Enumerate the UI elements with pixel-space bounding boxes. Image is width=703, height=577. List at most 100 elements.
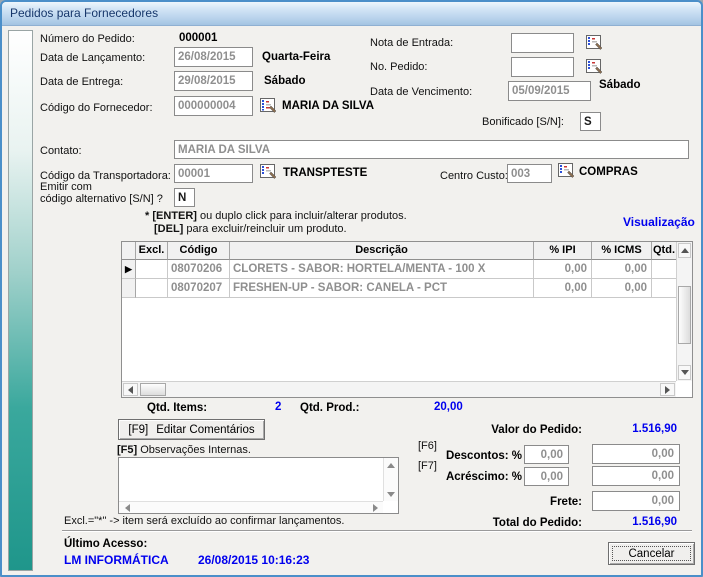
transportadora-lookup-icon[interactable]: [259, 163, 278, 180]
transportadora-name: TRANSPTESTE: [283, 167, 367, 179]
row-selector-cell: [122, 279, 136, 298]
descontos-value-input[interactable]: [592, 444, 680, 464]
hint-enter-key: [ENTER]: [152, 210, 197, 222]
cancelar-button[interactable]: Cancelar: [608, 542, 695, 565]
cell-descricao: FRESHEN-UP - SABOR: CANELA - PCT: [230, 279, 534, 298]
qtd-prod-label: Qtd. Prod.:: [300, 402, 359, 414]
frete-input[interactable]: [592, 491, 680, 511]
bonificado-label: Bonificado [S/N]:: [482, 116, 564, 128]
cell-icms: 0,00: [592, 260, 652, 279]
nota-entrada-input[interactable]: [511, 33, 574, 53]
centro-custo-input[interactable]: [507, 164, 552, 183]
cell-qtd: [652, 279, 677, 298]
emitir-alternativo-label-line2: código alternativo [S/N] ?: [40, 193, 163, 205]
scroll-left-arrow-icon[interactable]: [123, 383, 138, 396]
grid-header-ipi: % IPI: [534, 242, 592, 260]
current-row-marker-icon: ▶: [122, 260, 136, 279]
memo-scroll-left-icon[interactable]: [121, 503, 133, 513]
descontos-label: Descontos: %: [422, 450, 522, 462]
no-pedido-label: No. Pedido:: [370, 61, 427, 73]
data-entrega-input[interactable]: [174, 71, 253, 91]
bonificado-input[interactable]: [580, 112, 601, 131]
grid-row-2[interactable]: 08070207 FRESHEN-UP - SABOR: CANELA - PC…: [122, 279, 677, 298]
cell-qtd: [652, 260, 677, 279]
decorative-side-strip: [8, 30, 33, 571]
observacoes-internas-textarea[interactable]: [120, 459, 382, 499]
cell-ipi: 0,00: [534, 260, 592, 279]
hint-enter-rest: ou duplo click para incluir/alterar prod…: [197, 210, 407, 222]
titlebar[interactable]: Pedidos para Fornecedores: [2, 2, 701, 26]
grid-header-row: Excl. Código Descrição % IPI % ICMS Qtd.: [122, 242, 677, 260]
hint-del-key: [DEL]: [154, 223, 183, 235]
memo-scroll-up-icon[interactable]: [385, 460, 397, 470]
grid-vertical-scrollbar[interactable]: [676, 242, 692, 381]
no-pedido-input[interactable]: [511, 57, 574, 77]
qtd-items-label: Qtd. Items:: [147, 402, 207, 414]
cell-excl: [136, 260, 168, 279]
contato-label: Contato:: [40, 145, 82, 157]
cell-descricao: CLORETS - SABOR: HORTELA/MENTA - 100 X: [230, 260, 534, 279]
data-vencimento-input[interactable]: [508, 81, 591, 101]
memo-scroll-down-icon[interactable]: [385, 489, 397, 499]
fornecedor-label: Código do Fornecedor:: [40, 102, 153, 114]
horizontal-scroll-thumb[interactable]: [140, 383, 166, 396]
scroll-right-arrow-icon[interactable]: [660, 383, 675, 396]
hint-enter-star: *: [145, 210, 149, 222]
emitir-alternativo-input[interactable]: [174, 188, 195, 207]
data-entrega-label: Data de Entrega:: [40, 76, 123, 88]
visualizacao-link[interactable]: Visualização: [623, 215, 695, 229]
f5-key-label: [F5]: [117, 444, 137, 456]
grid-header-excl: Excl.: [136, 242, 168, 260]
data-vencimento-weekday: Sábado: [599, 79, 641, 91]
cell-icms: 0,00: [592, 279, 652, 298]
grid-row-1[interactable]: ▶ 08070206 CLORETS - SABOR: HORTELA/MENT…: [122, 260, 677, 279]
numero-pedido-label: Número do Pedido:: [40, 33, 135, 45]
vertical-scroll-thumb[interactable]: [678, 286, 691, 344]
cell-codigo: 08070206: [168, 260, 230, 279]
memo-horizontal-scrollbar[interactable]: [119, 501, 383, 513]
grid-horizontal-scrollbar[interactable]: [122, 381, 676, 397]
products-grid: Excl. Código Descrição % IPI % ICMS Qtd.…: [121, 241, 693, 398]
acrescimo-percent-input[interactable]: [524, 467, 569, 486]
qtd-items-value: 2: [275, 401, 281, 413]
data-lancamento-input[interactable]: [174, 47, 253, 67]
scroll-up-arrow-icon[interactable]: [678, 243, 691, 258]
transportadora-input[interactable]: [174, 164, 253, 183]
cancelar-button-label: Cancelar: [628, 548, 674, 560]
memo-vertical-scrollbar[interactable]: [383, 458, 398, 501]
centro-custo-lookup-icon[interactable]: [557, 162, 576, 179]
ultimo-acesso-user: LM INFORMÁTICA: [64, 553, 169, 567]
cell-codigo: 08070207: [168, 279, 230, 298]
qtd-prod-value: 20,00: [434, 401, 463, 413]
acrescimo-value-input[interactable]: [592, 466, 680, 486]
grid-header-qtd: Qtd.: [652, 242, 677, 260]
fornecedor-input[interactable]: [174, 96, 253, 116]
descontos-percent-input[interactable]: [524, 445, 569, 464]
cell-excl: [136, 279, 168, 298]
data-vencimento-label: Data de Vencimento:: [370, 86, 472, 98]
total-pedido-label: Total do Pedido:: [442, 517, 582, 529]
cell-ipi: 0,00: [534, 279, 592, 298]
grid-header-selector: [122, 242, 136, 260]
f9-key-label: [F9]: [128, 424, 148, 436]
centro-custo-label: Centro Custo:: [440, 170, 508, 182]
observacoes-label: [F5] Observações Internas.: [117, 444, 251, 456]
ultimo-acesso-datetime: 26/08/2015 10:16:23: [198, 553, 309, 567]
scroll-down-arrow-icon[interactable]: [678, 365, 691, 380]
fornecedor-name: MARIA DA SILVA: [282, 100, 374, 112]
editar-comentarios-label: Editar Comentários: [156, 424, 254, 436]
emitir-alternativo-label-line1: Emitir com: [40, 181, 92, 193]
fornecedor-lookup-icon[interactable]: [259, 97, 278, 114]
ultimo-acesso-label: Último Acesso:: [64, 538, 147, 550]
excl-note: Excl.="*" -> item será excluído ao confi…: [64, 515, 344, 527]
nota-entrada-label: Nota de Entrada:: [370, 37, 453, 49]
editar-comentarios-button[interactable]: [F9] Editar Comentários: [118, 419, 265, 440]
window-title: Pedidos para Fornecedores: [10, 6, 158, 20]
contato-input[interactable]: [174, 140, 689, 159]
grid-header-codigo: Código: [168, 242, 230, 260]
memo-scroll-right-icon[interactable]: [369, 503, 381, 513]
acrescimo-label: Acréscimo: %: [422, 471, 522, 483]
hint-enter: * [ENTER] ou duplo click para incluir/al…: [145, 210, 407, 222]
nota-entrada-lookup-icon[interactable]: [585, 34, 604, 51]
no-pedido-lookup-icon[interactable]: [585, 58, 604, 75]
